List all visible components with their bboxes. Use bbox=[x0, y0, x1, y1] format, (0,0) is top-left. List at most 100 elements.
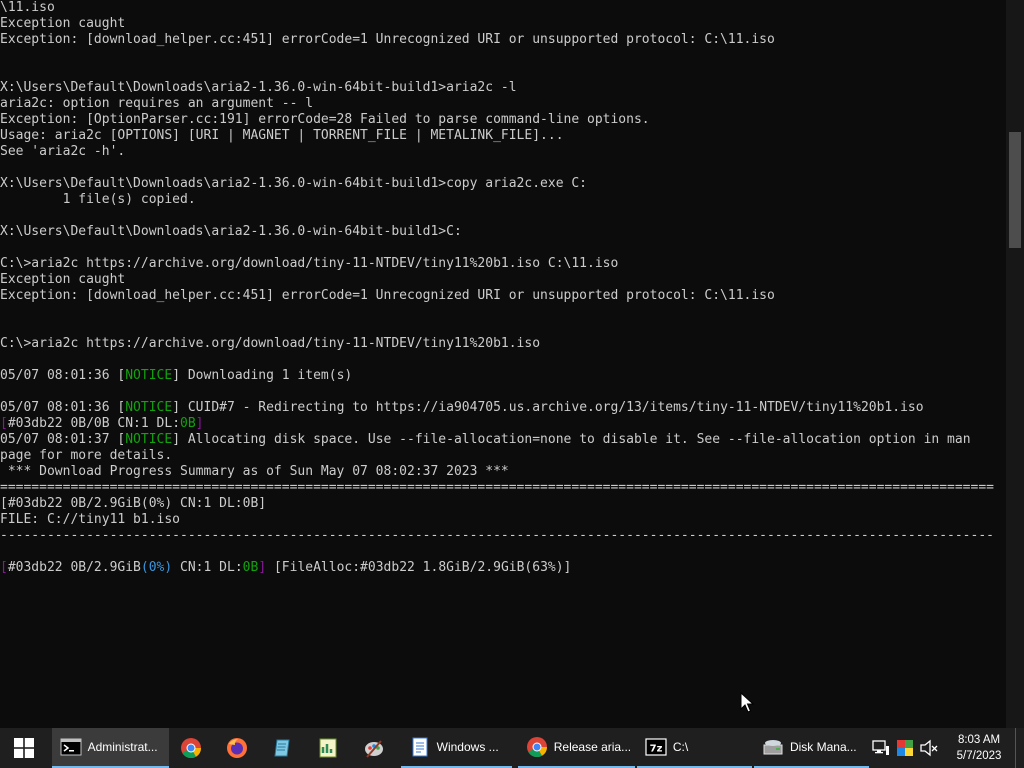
console-text: *** Download Progress Summary as of Sun … bbox=[0, 464, 509, 479]
console-line: 05/07 08:01:37 [NOTICE] Allocating disk … bbox=[0, 432, 1006, 448]
console-line: X:\Users\Default\Downloads\aria2-1.36.0-… bbox=[0, 176, 1006, 192]
taskbar-item-label: C:\ bbox=[672, 740, 689, 754]
mouse-cursor-icon bbox=[740, 692, 754, 713]
taskbar-item-windows[interactable]: Windows ... bbox=[400, 728, 512, 768]
console-text: page for more details. bbox=[0, 448, 173, 463]
console-line: [#03db22 0B/2.9GiB(0%) CN:1 DL:0B] [File… bbox=[0, 560, 1006, 576]
console-line: X:\Users\Default\Downloads\aria2-1.36.0-… bbox=[0, 80, 1006, 96]
console-line: FILE: C://tiny11 b1.iso bbox=[0, 512, 1006, 528]
volume-muted-icon[interactable] bbox=[919, 738, 939, 758]
console-line: Exception caught bbox=[0, 272, 1006, 288]
console-text: Exception caught bbox=[0, 16, 126, 31]
console-text: [#03db22 0B/2.9GiB(0%) CN:1 DL:0B] bbox=[0, 496, 267, 511]
pinned-spreadsheet[interactable] bbox=[305, 728, 351, 768]
scrollbar-thumb[interactable] bbox=[1009, 132, 1021, 248]
console-line: Exception: [OptionParser.cc:191] errorCo… bbox=[0, 112, 1006, 128]
console-line: ========================================… bbox=[0, 480, 1006, 496]
7zip-icon-text: 7z bbox=[649, 744, 662, 755]
console-text: [ bbox=[0, 416, 8, 431]
console-text: \11.iso bbox=[0, 0, 55, 15]
7zip-icon: 7z bbox=[645, 738, 667, 756]
console-scrollbar[interactable] bbox=[1006, 0, 1024, 728]
clock-time: 8:03 AM bbox=[957, 734, 1001, 746]
taskbar-item-label: Disk Mana... bbox=[789, 740, 857, 754]
taskbar-item-7zip[interactable]: 7z C:\ bbox=[636, 728, 752, 768]
notepad-icon bbox=[274, 739, 290, 757]
taskbar-clock[interactable]: 8:03 AM 5/7/2023 bbox=[947, 732, 1011, 764]
firefox-icon bbox=[227, 738, 248, 758]
console-line: C:\>aria2c https://archive.org/download/… bbox=[0, 336, 1006, 352]
console-text: 0B bbox=[242, 560, 259, 575]
console-line: [#03db22 0B/2.9GiB(0%) CN:1 DL:0B] bbox=[0, 496, 1006, 512]
network-icon[interactable] bbox=[871, 738, 891, 758]
console-text: 05/07 08:01:36 [ bbox=[0, 368, 126, 383]
system-tray: 8:03 AM 5/7/2023 bbox=[869, 728, 1024, 768]
start-button[interactable] bbox=[0, 728, 48, 768]
taskbar-item-disk-management[interactable]: Disk Mana... bbox=[753, 728, 870, 768]
console-window[interactable]: \11.iso Exception caught Exception: [downl… bbox=[0, 0, 1006, 728]
chrome-icon bbox=[526, 737, 547, 758]
console-text: Exception caught bbox=[0, 272, 126, 287]
console-line: 05/07 08:01:36 [NOTICE] CUID#7 - Redirec… bbox=[0, 400, 1006, 416]
taskbar-item-label: Windows ... bbox=[436, 740, 499, 754]
console-text: X:\Users\Default\Downloads\aria2-1.36.0-… bbox=[0, 224, 462, 239]
chrome-icon bbox=[181, 738, 202, 759]
console-text: CN:1 DL: bbox=[172, 560, 243, 575]
console-text: 0B bbox=[180, 416, 196, 431]
console-line: aria2c: option requires an argument -- l bbox=[0, 96, 1006, 112]
console-line: 05/07 08:01:36 [NOTICE] Downloading 1 it… bbox=[0, 368, 1006, 384]
console-text: [FileAlloc:#03db22 1.8GiB/2.9GiB(63%)] bbox=[266, 560, 572, 575]
console-text: C:\>aria2c https://archive.org/download/… bbox=[0, 256, 619, 271]
console-text: ----------------------------------------… bbox=[0, 528, 994, 543]
console-line: [#03db22 0B/0B CN:1 DL:0B] bbox=[0, 416, 1006, 432]
console-text: C:\>aria2c https://archive.org/download/… bbox=[0, 336, 541, 351]
cmd-icon bbox=[60, 738, 82, 756]
pinned-notepad[interactable] bbox=[260, 728, 306, 768]
console-line: \11.iso bbox=[0, 0, 1006, 16]
console-text: ] Allocating disk space. Use --file-allo… bbox=[172, 432, 971, 447]
console-text: ] bbox=[258, 560, 267, 575]
console-text: NOTICE bbox=[125, 432, 173, 447]
console-text: Exception: [OptionParser.cc:191] errorCo… bbox=[0, 112, 650, 127]
console-line: *** Download Progress Summary as of Sun … bbox=[0, 464, 1006, 480]
console-line: C:\>aria2c https://archive.org/download/… bbox=[0, 256, 1006, 272]
console-text: NOTICE bbox=[125, 368, 173, 383]
console-text: See 'aria2c -h'. bbox=[0, 144, 126, 159]
console-text: 05/07 08:01:36 [ bbox=[0, 400, 126, 415]
console-text: ] Downloading 1 item(s) bbox=[172, 368, 353, 383]
taskbar-item-administrator-cmd[interactable]: Administrat... bbox=[51, 728, 169, 768]
show-desktop-button[interactable] bbox=[1015, 728, 1024, 768]
console-text: 05/07 08:01:37 [ bbox=[0, 432, 126, 447]
console-line: Exception: [download_helper.cc:451] erro… bbox=[0, 288, 1006, 304]
taskbar: Administrat... Windows ... Release aria.… bbox=[0, 728, 1024, 768]
console-text: X:\Users\Default\Downloads\aria2-1.36.0-… bbox=[0, 176, 587, 191]
console-text: FILE: C://tiny11 b1.iso bbox=[0, 512, 181, 527]
console-line: ----------------------------------------… bbox=[0, 528, 1006, 544]
console-text: aria2c: option requires an argument -- l bbox=[0, 96, 314, 111]
pinned-paint[interactable] bbox=[351, 728, 397, 768]
console-line: See 'aria2c -h'. bbox=[0, 144, 1006, 160]
pinned-firefox[interactable] bbox=[214, 728, 260, 768]
console-text: [ bbox=[0, 560, 8, 575]
console-line: X:\Users\Default\Downloads\aria2-1.36.0-… bbox=[0, 224, 1006, 240]
taskbar-item-label: Release aria... bbox=[553, 740, 632, 754]
console-text: 1 file(s) copied. bbox=[0, 192, 196, 207]
pinned-chrome[interactable] bbox=[169, 728, 215, 768]
console-text: ========================================… bbox=[0, 480, 994, 495]
console-line: Exception: [download_helper.cc:451] erro… bbox=[0, 32, 1006, 48]
console-text: ] bbox=[195, 416, 204, 431]
console-text: Exception: [download_helper.cc:451] erro… bbox=[0, 32, 775, 47]
windows-logo-icon bbox=[13, 738, 34, 758]
color-icon[interactable] bbox=[895, 738, 915, 758]
console-line: page for more details. bbox=[0, 448, 1006, 464]
console-text: X:\Users\Default\Downloads\aria2-1.36.0-… bbox=[0, 80, 517, 95]
taskbar-item-release-aria[interactable]: Release aria... bbox=[517, 728, 635, 768]
